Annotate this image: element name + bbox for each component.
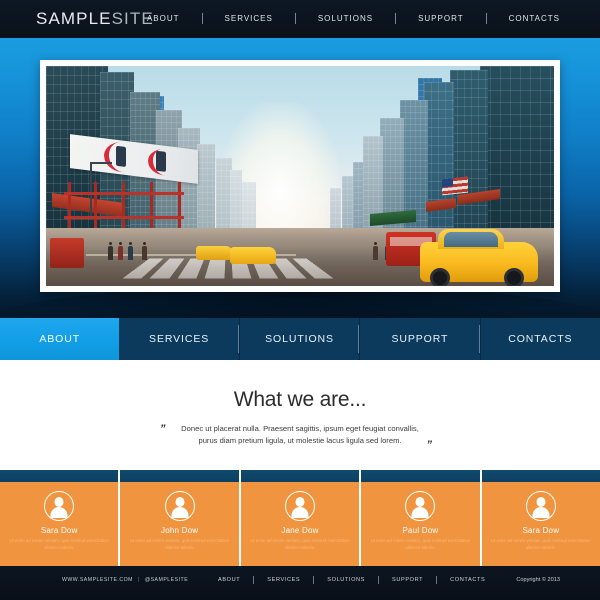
tab-label: SERVICES [149, 333, 209, 345]
photo-building [450, 70, 488, 250]
person-icon [405, 491, 435, 521]
photo-building [424, 82, 454, 252]
photo-pedestrian [373, 246, 378, 260]
photo-building [480, 66, 554, 252]
team-section: Sara Dow Ut enim ad minim veniam, quis n… [0, 470, 600, 566]
quote-close-icon: ” [427, 439, 433, 451]
top-navigation: ABOUT SERVICES SOLUTIONS SUPPORT CONTACT… [125, 13, 582, 24]
team-member-name: Sara Dow [0, 526, 118, 535]
team-member-desc: Ut enim ad minim veniam, quis nostrud ex… [241, 538, 359, 552]
team-member-desc: Ut enim ad minim veniam, quis nostrud ex… [120, 538, 238, 552]
photo-pedestrian [108, 246, 113, 260]
team-member-desc: Ut enim ad minim veniam, quis nostrud ex… [482, 538, 600, 552]
top-nav-item-solutions[interactable]: SOLUTIONS [296, 14, 395, 23]
hero-city-photo [46, 66, 554, 286]
quote-open-icon: ” [160, 423, 166, 435]
photo-taxi [196, 246, 232, 260]
quote-block: ” Donec ut placerat nulla. Praesent sagi… [164, 423, 436, 448]
team-card[interactable]: John Dow Ut enim ad minim veniam, quis n… [120, 470, 240, 566]
tab-divider [358, 325, 359, 353]
footer-website-link[interactable]: WWW.SAMPLESITE.COM [62, 577, 133, 583]
team-card[interactable]: Sara Dow Ut enim ad minim veniam, quis n… [482, 470, 600, 566]
photo-truck [50, 238, 84, 268]
photo-taxi [230, 247, 276, 264]
footer-nav-item-services[interactable]: SERVICES [254, 577, 313, 583]
footer-nav-item-contacts[interactable]: CONTACTS [437, 577, 498, 583]
about-body-text: Donec ut placerat nulla. Praesent sagitt… [164, 423, 436, 448]
photo-flag [442, 177, 468, 196]
website-template-page: SAMPLESITE ABOUT SERVICES SOLUTIONS SUPP… [0, 0, 600, 600]
team-member-name: Sara Dow [482, 526, 600, 535]
person-icon [526, 491, 556, 521]
team-card[interactable]: Paul Dow Ut enim ad minim veniam, quis n… [361, 470, 481, 566]
top-nav-item-support[interactable]: SUPPORT [396, 14, 486, 23]
top-nav-item-services[interactable]: SERVICES [203, 14, 295, 23]
top-nav-item-about[interactable]: ABOUT [125, 14, 202, 23]
person-icon [165, 491, 195, 521]
about-section: What we are... ” Donec ut placerat nulla… [0, 360, 600, 470]
footer-nav-item-support[interactable]: SUPPORT [379, 577, 436, 583]
tab-divider [479, 325, 480, 353]
person-icon [285, 491, 315, 521]
logo-primary-text: SAMPLE [36, 9, 112, 28]
footer-nav-item-about[interactable]: ABOUT [205, 577, 253, 583]
photo-taxi-foreground [420, 242, 538, 282]
card-header-strip [0, 470, 118, 482]
card-header-strip [482, 470, 600, 482]
hero-image-frame [40, 60, 560, 292]
tab-contacts[interactable]: CONTACTS [481, 318, 600, 360]
section-title: What we are... [0, 388, 600, 412]
footer-copyright: Copyright © 2013 [516, 577, 560, 583]
photo-pedestrian [142, 246, 147, 260]
footer-navigation: ABOUT SERVICES SOLUTIONS SUPPORT CONTACT… [205, 576, 498, 584]
team-member-desc: Ut enim ad minim veniam, quis nostrud ex… [0, 538, 118, 552]
tab-divider [238, 325, 239, 353]
team-member-name: John Dow [120, 526, 238, 535]
team-card[interactable]: Sara Dow Ut enim ad minim veniam, quis n… [0, 470, 120, 566]
tab-support[interactable]: SUPPORT [360, 318, 480, 360]
tab-label: CONTACTS [508, 333, 572, 345]
team-card[interactable]: Jane Dow Ut enim ad minim veniam, quis n… [241, 470, 361, 566]
top-header-bar: SAMPLESITE ABOUT SERVICES SOLUTIONS SUPP… [0, 0, 600, 38]
card-header-strip [361, 470, 479, 482]
team-member-name: Paul Dow [361, 526, 479, 535]
footer-bar: WWW.SAMPLESITE.COM | @SAMPLESITE ABOUT SER… [0, 566, 600, 600]
tab-about[interactable]: ABOUT [0, 318, 119, 360]
tab-label: ABOUT [39, 333, 80, 345]
photo-pedestrian [128, 246, 133, 260]
tab-label: SOLUTIONS [265, 333, 334, 345]
person-icon [44, 491, 74, 521]
footer-contact-info: WWW.SAMPLESITE.COM | @SAMPLESITE [62, 577, 188, 583]
footer-nav-item-solutions[interactable]: SOLUTIONS [314, 577, 378, 583]
card-header-strip [120, 470, 238, 482]
tab-solutions[interactable]: SOLUTIONS [240, 318, 360, 360]
main-tab-navigation: ABOUT SERVICES SOLUTIONS SUPPORT CONTACT… [0, 318, 600, 360]
footer-divider: | [133, 577, 145, 583]
team-member-desc: Ut enim ad minim veniam, quis nostrud ex… [361, 538, 479, 552]
footer-social-handle[interactable]: @SAMPLESITE [145, 577, 188, 583]
card-header-strip [241, 470, 359, 482]
top-nav-item-contacts[interactable]: CONTACTS [487, 14, 582, 23]
photo-pedestrian [118, 246, 123, 260]
tab-label: SUPPORT [391, 333, 448, 345]
hero-banner-section [0, 38, 600, 318]
tab-services[interactable]: SERVICES [119, 318, 239, 360]
team-member-name: Jane Dow [241, 526, 359, 535]
